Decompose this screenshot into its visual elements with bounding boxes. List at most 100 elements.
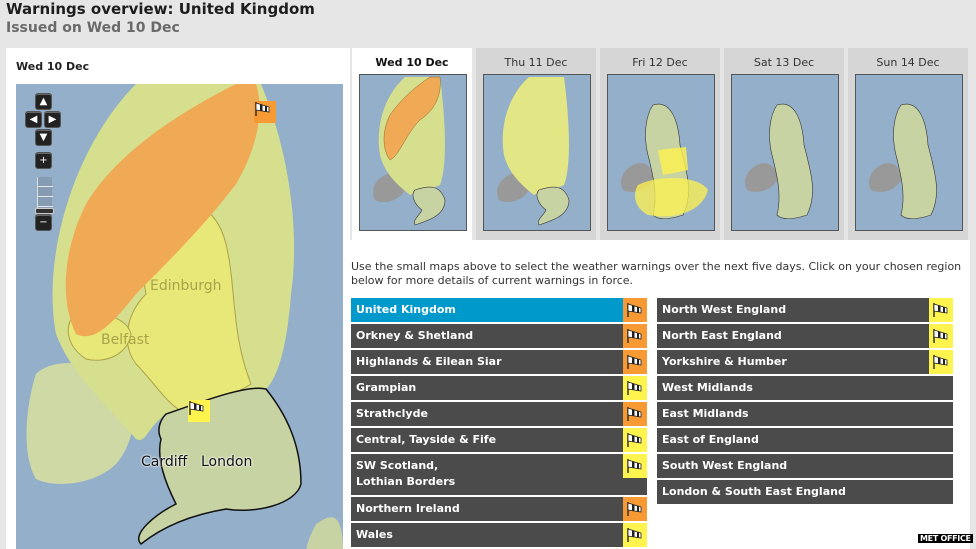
map-label-london: London	[201, 454, 253, 470]
wind-icon	[627, 381, 642, 395]
region-item[interactable]: Orkney & Shetland	[351, 324, 647, 350]
wind-icon	[627, 407, 642, 421]
region-item[interactable]: Central, Tayside & Fife	[351, 428, 647, 454]
region-item[interactable]: United Kingdom	[351, 298, 647, 324]
region-label: Highlands & Eilean Siar	[356, 355, 502, 368]
yellow-warning-badge	[929, 298, 953, 322]
main-map-date: Wed 10 Dec	[16, 60, 90, 73]
day-thumbnail-map[interactable]	[483, 74, 591, 231]
region-label: London & South East England	[662, 485, 846, 498]
day-tab-fri[interactable]: Fri 12 Dec	[600, 48, 720, 240]
yellow-warning-badge	[929, 324, 953, 348]
region-item[interactable]: Wales	[351, 523, 647, 549]
region-label: East Midlands	[662, 407, 749, 420]
region-label: Yorkshire & Humber	[662, 355, 787, 368]
region-item[interactable]: SW Scotland, Lothian Borders	[351, 454, 647, 497]
day-thumbnail-map[interactable]	[607, 74, 715, 231]
region-item[interactable]: North East England	[657, 324, 953, 350]
day-tab-label: Sat 13 Dec	[753, 56, 815, 69]
wind-icon	[255, 102, 270, 116]
day-tab-label: Wed 10 Dec	[375, 56, 449, 69]
day-tab-sat[interactable]: Sat 13 Dec	[724, 48, 844, 240]
region-label: South West England	[662, 459, 788, 472]
instructions-text: Use the small maps above to select the w…	[351, 260, 962, 287]
wind-icon	[627, 303, 642, 317]
page-title: Warnings overview: United Kingdom	[6, 0, 315, 18]
wind-icon	[627, 459, 642, 473]
page-scrollbar[interactable]	[970, 240, 976, 549]
wind-icon	[627, 528, 642, 542]
day-thumbnail-map[interactable]	[359, 74, 467, 231]
wind-icon	[189, 401, 204, 415]
map-label-belfast: Belfast	[101, 332, 150, 348]
map-graphic	[16, 84, 343, 549]
region-label: Northern Ireland	[356, 502, 460, 515]
map-label-edinburgh: Edinburgh	[150, 278, 222, 294]
issued-date: Issued on Wed 10 Dec	[6, 20, 180, 36]
pan-down-button[interactable]: ▼	[35, 129, 52, 146]
wind-icon	[627, 355, 642, 369]
zoom-out-button[interactable]: −	[35, 214, 52, 231]
region-item[interactable]: South West England	[657, 454, 953, 480]
wind-icon	[933, 355, 948, 369]
region-label: SW Scotland, Lothian Borders	[356, 459, 456, 488]
day-tab-thu[interactable]: Thu 11 Dec	[476, 48, 596, 240]
region-item[interactable]: East of England	[657, 428, 953, 454]
map-label-cardiff: Cardiff	[141, 454, 188, 470]
warnings-map[interactable]: ▲ ◀ ▶ ▼ + − Edinburgh Belfast Cardiff Lo…	[16, 84, 343, 549]
map-amber-warning-marker[interactable]	[254, 101, 276, 123]
wind-icon	[627, 329, 642, 343]
pan-up-button[interactable]: ▲	[35, 93, 52, 110]
region-label: Strathclyde	[356, 407, 428, 420]
day-tab-sun[interactable]: Sun 14 Dec	[848, 48, 968, 240]
day-tab-label: Sun 14 Dec	[876, 56, 940, 69]
yellow-warning-badge	[929, 350, 953, 374]
regions-panel: Use the small maps above to select the w…	[346, 240, 970, 549]
day-thumbnail-map[interactable]	[731, 74, 839, 231]
yellow-warning-badge	[623, 523, 647, 547]
yellow-warning-badge	[623, 454, 647, 478]
amber-warning-badge	[623, 298, 647, 322]
map-yellow-warning-marker[interactable]	[188, 400, 210, 422]
region-item[interactable]: Strathclyde	[351, 402, 647, 428]
region-label: United Kingdom	[356, 303, 456, 316]
region-item[interactable]: Northern Ireland	[351, 497, 647, 523]
region-item[interactable]: West Midlands	[657, 376, 953, 402]
pan-right-button[interactable]: ▶	[44, 111, 61, 128]
amber-warning-badge	[623, 324, 647, 348]
region-label: East of England	[662, 433, 759, 446]
zoom-in-button[interactable]: +	[35, 152, 52, 169]
day-tab-label: Thu 11 Dec	[504, 56, 568, 69]
main-map-panel: Wed 10 Dec ▲ ◀ ▶ ▼ + − Edinburgh Belfast…	[6, 48, 350, 549]
region-list-left: United Kingdom Orkney & Shetland Highlands…	[351, 298, 647, 549]
amber-warning-badge	[623, 350, 647, 374]
met-office-watermark: MET OFFICE	[918, 534, 973, 543]
region-label: Central, Tayside & Fife	[356, 433, 497, 446]
day-tabs: Wed 10 Dec Thu 11 Dec Fri 12 Dec Sat 13 …	[352, 48, 970, 240]
yellow-warning-badge	[623, 428, 647, 452]
day-tab-label: Fri 12 Dec	[632, 56, 688, 69]
wind-icon	[933, 303, 948, 317]
amber-warning-badge	[623, 402, 647, 426]
day-tab-wed[interactable]: Wed 10 Dec	[352, 48, 472, 240]
region-item[interactable]: Yorkshire & Humber	[657, 350, 953, 376]
yellow-warning-badge	[623, 376, 647, 400]
region-item[interactable]: Grampian	[351, 376, 647, 402]
region-item[interactable]: North West England	[657, 298, 953, 324]
region-list-right: North West England North East England York…	[657, 298, 953, 506]
region-label: Wales	[356, 528, 393, 541]
region-label: North East England	[662, 329, 782, 342]
region-item[interactable]: East Midlands	[657, 402, 953, 428]
region-label: North West England	[662, 303, 787, 316]
wind-icon	[627, 502, 642, 516]
region-item[interactable]: Highlands & Eilean Siar	[351, 350, 647, 376]
day-thumbnail-map[interactable]	[855, 74, 963, 231]
wind-icon	[933, 329, 948, 343]
pan-left-button[interactable]: ◀	[25, 111, 42, 128]
region-label: Orkney & Shetland	[356, 329, 474, 342]
amber-warning-badge	[623, 497, 647, 521]
region-item[interactable]: London & South East England	[657, 480, 953, 506]
region-label: Grampian	[356, 381, 417, 394]
wind-icon	[627, 433, 642, 447]
region-label: West Midlands	[662, 381, 753, 394]
